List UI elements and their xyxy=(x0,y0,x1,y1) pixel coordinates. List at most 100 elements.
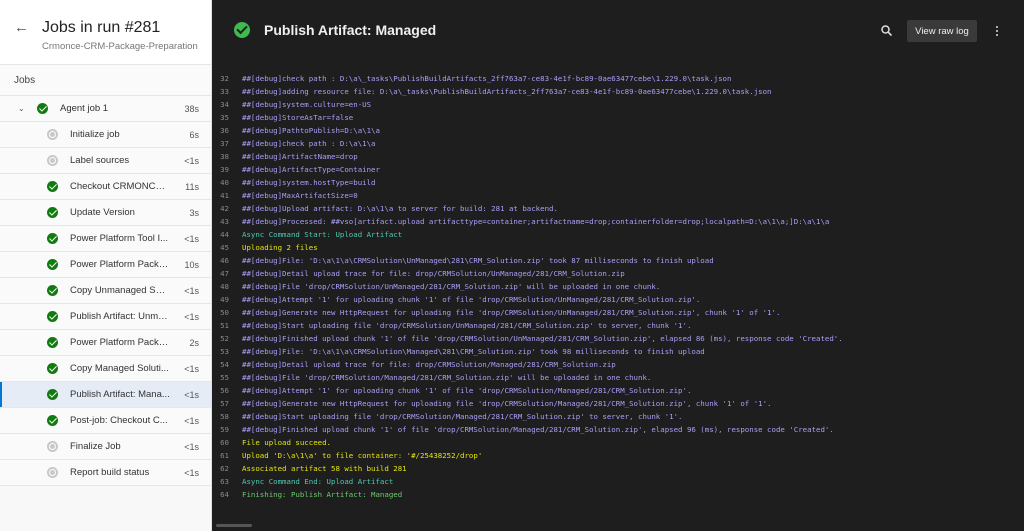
log-line: 47 ##[debug]Detail upload trace for file:… xyxy=(212,267,1024,280)
log-text: ##[debug]ArtifactType=Container xyxy=(242,165,380,174)
log-line: 62 Associated artifact 58 with build 281 xyxy=(212,462,1024,475)
log-text: ##[debug]Generate new HttpRequest for up… xyxy=(242,308,781,317)
line-number: 43 xyxy=(220,217,229,226)
log-text: ##[debug]Attempt '1' for uploading chunk… xyxy=(242,295,701,304)
step-row[interactable]: Post-job: Checkout C... <1s xyxy=(0,408,211,434)
more-vertical-icon[interactable] xyxy=(992,22,1002,40)
log-text: ##[debug]Upload artifact: D:\a\1\a to se… xyxy=(242,204,558,213)
step-duration: <1s xyxy=(184,441,199,452)
log-text: ##[debug]system.hostType=build xyxy=(242,178,376,187)
step-row[interactable]: Publish Artifact: Mana... <1s xyxy=(0,382,211,408)
log-text: ##[debug]Start uploading file 'drop/CRMS… xyxy=(242,412,683,421)
step-label: Finalize Job xyxy=(70,441,121,452)
step-row[interactable]: Label sources <1s xyxy=(0,148,211,174)
log-line: 36 ##[debug]PathtoPublish=D:\a\1\a xyxy=(212,124,1024,137)
arrow-left-icon[interactable]: ← xyxy=(14,18,34,38)
line-number: 50 xyxy=(220,308,229,317)
jobs-section-label: Jobs xyxy=(0,64,211,96)
line-number: 49 xyxy=(220,295,229,304)
line-number: 60 xyxy=(220,438,229,447)
step-row[interactable]: Initialize job 6s xyxy=(0,122,211,148)
line-number: 35 xyxy=(220,113,229,122)
step-duration: <1s xyxy=(184,155,199,166)
log-text: ##[debug]PathtoPublish=D:\a\1\a xyxy=(242,126,380,135)
step-duration: <1s xyxy=(184,415,199,426)
step-label: Initialize job xyxy=(70,129,120,140)
step-row[interactable]: Update Version 3s xyxy=(0,200,211,226)
step-row[interactable]: Power Platform Pack So... 2s xyxy=(0,330,211,356)
log-line: 43 ##[debug]Processed: ##vso[artifact.upl… xyxy=(212,215,1024,228)
step-duration: <1s xyxy=(184,389,199,400)
step-row[interactable]: Copy Managed Soluti... <1s xyxy=(0,356,211,382)
line-number: 45 xyxy=(220,243,229,252)
success-icon xyxy=(47,181,58,192)
log-text: ##[debug]File: 'D:\a\1\a\CRMSolution\UnM… xyxy=(242,256,714,265)
line-number: 62 xyxy=(220,464,229,473)
step-duration: <1s xyxy=(184,285,199,296)
log-line: 55 ##[debug]File 'drop/CRMSolution/Manage… xyxy=(212,371,1024,384)
line-number: 57 xyxy=(220,399,229,408)
line-number: 59 xyxy=(220,425,229,434)
search-icon[interactable] xyxy=(880,24,894,38)
log-line: 50 ##[debug]Generate new HttpRequest for … xyxy=(212,306,1024,319)
line-number: 41 xyxy=(220,191,229,200)
step-duration: <1s xyxy=(184,467,199,478)
line-number: 56 xyxy=(220,386,229,395)
job-list: ⌄ Agent job 1 38s Initialize job 6s Label … xyxy=(0,96,211,531)
log-line: 41 ##[debug]MaxArtifactSize=0 xyxy=(212,189,1024,202)
job-label: Agent job 1 xyxy=(60,103,109,114)
step-row[interactable]: Report build status <1s xyxy=(0,460,211,486)
jobs-sidebar: ← Jobs in run #281 Crmonce-CRM-Package-P… xyxy=(0,0,212,531)
log-text: ##[debug]ArtifactName=drop xyxy=(242,152,358,161)
step-label: Copy Managed Soluti... xyxy=(70,363,169,374)
success-icon xyxy=(47,207,58,218)
job-row[interactable]: ⌄ Agent job 1 38s xyxy=(0,96,211,122)
log-text: ##[debug]Start uploading file 'drop/CRMS… xyxy=(242,321,692,330)
step-label: Publish Artifact: Mana... xyxy=(70,389,170,400)
success-icon xyxy=(47,415,58,426)
step-row[interactable]: Power Platform Tool I... <1s xyxy=(0,226,211,252)
log-line: 39 ##[debug]ArtifactType=Container xyxy=(212,163,1024,176)
step-label: Publish Artifact: Unma... xyxy=(70,311,170,322)
skipped-icon xyxy=(47,129,58,140)
line-number: 52 xyxy=(220,334,229,343)
line-number: 53 xyxy=(220,347,229,356)
line-number: 46 xyxy=(220,256,229,265)
line-number: 51 xyxy=(220,321,229,330)
view-raw-log-button[interactable]: View raw log xyxy=(907,20,977,42)
horizontal-scrollbar[interactable] xyxy=(216,524,252,527)
log-header: Publish Artifact: Managed xyxy=(212,0,1024,60)
log-text: File upload succeed. xyxy=(242,438,331,447)
line-number: 34 xyxy=(220,100,229,109)
chevron-down-icon[interactable]: ⌄ xyxy=(18,104,25,113)
log-line: 40 ##[debug]system.hostType=build xyxy=(212,176,1024,189)
step-row[interactable]: Checkout CRMONCE ... 11s xyxy=(0,174,211,200)
step-row[interactable]: Publish Artifact: Unma... <1s xyxy=(0,304,211,330)
log-line: 60 File upload succeed. xyxy=(212,436,1024,449)
success-icon xyxy=(47,233,58,244)
app-root: ← Jobs in run #281 Crmonce-CRM-Package-P… xyxy=(0,0,1024,531)
step-label: Report build status xyxy=(70,467,150,478)
log-text: Async Command End: Upload Artifact xyxy=(242,477,394,486)
log-line: 51 ##[debug]Start uploading file 'drop/CR… xyxy=(212,319,1024,332)
log-text: ##[debug]File 'drop/CRMSolution/Managed/… xyxy=(242,373,652,382)
line-number: 64 xyxy=(220,490,229,499)
log-line: 46 ##[debug]File: 'D:\a\1\a\CRMSolution\U… xyxy=(212,254,1024,267)
step-label: Label sources xyxy=(70,155,130,166)
line-number: 44 xyxy=(220,230,229,239)
skipped-icon xyxy=(47,467,58,478)
log-text: ##[debug]check path : D:\a\1\a xyxy=(242,139,376,148)
line-number: 38 xyxy=(220,152,229,161)
success-icon xyxy=(47,363,58,374)
log-line: 48 ##[debug]File 'drop/CRMSolution/UnMana… xyxy=(212,280,1024,293)
success-icon xyxy=(37,103,48,114)
log-text: ##[debug]Detail upload trace for file: d… xyxy=(242,269,625,278)
step-row[interactable]: Finalize Job <1s xyxy=(0,434,211,460)
step-row[interactable]: Copy Unmanaged Sol... <1s xyxy=(0,278,211,304)
step-duration: <1s xyxy=(184,363,199,374)
step-label: Copy Unmanaged Sol... xyxy=(70,285,170,296)
step-row[interactable]: Power Platform Pack S... 10s xyxy=(0,252,211,278)
line-number: 58 xyxy=(220,412,229,421)
skipped-icon xyxy=(47,155,58,166)
log-line: 56 ##[debug]Attempt '1' for uploading chu… xyxy=(212,384,1024,397)
